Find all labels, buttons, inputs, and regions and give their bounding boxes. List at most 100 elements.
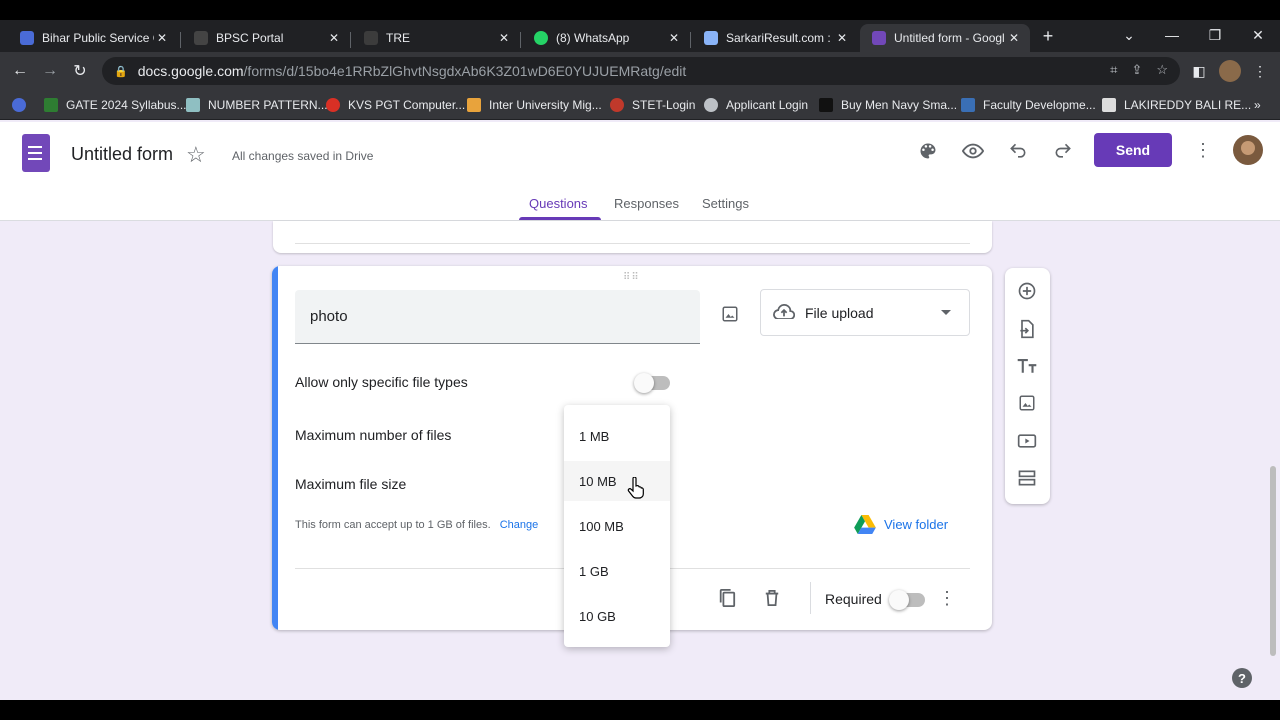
tab-separator: [180, 32, 181, 48]
bookmark-label: Applicant Login: [726, 98, 809, 112]
redo-icon[interactable]: [1050, 138, 1076, 164]
reload-icon[interactable]: ↻: [69, 60, 91, 82]
bookmark-item[interactable]: Inter University Mig...: [467, 95, 602, 115]
tab-responses[interactable]: Responses: [614, 196, 679, 211]
add-section-icon[interactable]: [1015, 466, 1039, 490]
delete-trash-icon[interactable]: [760, 586, 784, 610]
file-size-option-10gb[interactable]: 10 GB: [564, 596, 670, 636]
forward-arrow-icon[interactable]: →: [39, 60, 61, 82]
minimize-window-icon[interactable]: —: [1157, 22, 1187, 48]
tab-close-icon[interactable]: ✕: [834, 30, 850, 46]
google-forms-logo-icon[interactable]: [22, 134, 50, 172]
file-size-option-100mb[interactable]: 100 MB: [564, 506, 670, 546]
browser-tab-whatsapp[interactable]: (8) WhatsApp ✕: [522, 24, 690, 52]
help-question-icon[interactable]: ?: [1232, 668, 1252, 688]
lock-icon: 🔒: [114, 65, 128, 78]
bookmark-favicon-icon: [186, 98, 200, 112]
save-status: All changes saved in Drive: [232, 149, 374, 163]
tab-questions[interactable]: Questions: [529, 196, 588, 211]
page-scrollbar[interactable]: [1270, 466, 1276, 656]
google-drive-icon: [854, 515, 876, 534]
back-arrow-icon[interactable]: ←: [9, 60, 31, 82]
tab-search-chevron-icon[interactable]: ⌄: [1114, 22, 1144, 48]
preview-eye-icon[interactable]: [960, 138, 986, 164]
tab-close-icon[interactable]: ✕: [496, 30, 512, 46]
bookmark-item[interactable]: STET-Login: [610, 95, 695, 115]
file-size-option-10mb[interactable]: 10 MB: [564, 461, 670, 501]
letterbox-top: [0, 0, 1280, 20]
required-toggle[interactable]: [889, 590, 925, 610]
bookmark-star-icon[interactable]: ☆: [1156, 62, 1168, 78]
send-button[interactable]: Send: [1094, 133, 1172, 167]
forms-header: Untitled form ☆ All changes saved in Dri…: [0, 122, 1280, 221]
browser-tab-sarkariresult[interactable]: SarkariResult.com : Sa ✕: [692, 24, 858, 52]
browser-tab-bpsc[interactable]: Bihar Public Service Co ✕: [8, 24, 178, 52]
bookmark-label: NUMBER PATTERN...: [208, 98, 328, 112]
add-video-icon[interactable]: [1015, 429, 1039, 453]
tab-close-icon[interactable]: ✕: [326, 30, 342, 46]
tab-title: TRE: [386, 31, 410, 45]
form-title[interactable]: Untitled form: [71, 144, 173, 165]
file-size-option-1mb[interactable]: 1 MB: [564, 416, 670, 456]
file-size-option-1gb[interactable]: 1 GB: [564, 551, 670, 591]
previous-question-card[interactable]: [273, 221, 992, 253]
bookmark-apps-icon[interactable]: [12, 95, 26, 115]
undo-icon[interactable]: [1005, 138, 1031, 164]
add-title-text-icon[interactable]: [1015, 354, 1039, 378]
duplicate-icon[interactable]: [715, 586, 739, 610]
add-question-icon[interactable]: [1015, 279, 1039, 303]
view-folder-label: View folder: [884, 517, 949, 532]
drag-handle-icon[interactable]: ⠿⠿: [623, 272, 640, 283]
share-icon[interactable]: ⇪: [1131, 62, 1142, 78]
new-tab-plus-icon[interactable]: +: [1036, 25, 1060, 47]
bookmark-favicon-icon: [1102, 98, 1116, 112]
tab-close-icon[interactable]: ✕: [154, 30, 170, 46]
question-type-select[interactable]: File upload: [760, 289, 970, 336]
close-window-icon[interactable]: ✕: [1243, 22, 1273, 48]
google-forms-favicon-icon: [872, 31, 886, 45]
bookmark-favicon-icon: [610, 98, 624, 112]
import-questions-icon[interactable]: [1015, 317, 1039, 341]
tab-close-icon[interactable]: ✕: [1006, 30, 1022, 46]
question-more-options-icon[interactable]: ⋮: [938, 586, 956, 610]
translate-icon[interactable]: ⌗: [1110, 62, 1117, 78]
bookmark-item[interactable]: GATE 2024 Syllabus...: [44, 95, 187, 115]
more-options-icon[interactable]: ⋮: [1193, 138, 1213, 162]
restore-window-icon[interactable]: ❐: [1200, 22, 1230, 48]
browser-menu-icon[interactable]: ⋮: [1249, 60, 1271, 82]
view-folder-link[interactable]: View folder: [854, 515, 948, 534]
required-label: Required: [825, 591, 882, 607]
bookmark-favicon-icon: [467, 98, 481, 112]
bookmark-label: Faculty Developme...: [983, 98, 1096, 112]
bookmark-item[interactable]: Buy Men Navy Sma...: [819, 95, 957, 115]
more-bookmarks-chevron-icon[interactable]: »: [1254, 95, 1261, 115]
account-avatar[interactable]: [1233, 135, 1263, 165]
tab-title: Bihar Public Service Co: [42, 31, 154, 45]
browser-tab-bpsc-portal[interactable]: BPSC Portal ✕: [182, 24, 350, 52]
tab-separator: [690, 32, 691, 48]
change-limit-link[interactable]: Change: [500, 519, 539, 531]
cloud-upload-icon: [773, 303, 796, 322]
bookmark-item[interactable]: Faculty Developme...: [961, 95, 1096, 115]
browser-tab-untitled-form[interactable]: Untitled form - Googl ✕: [860, 24, 1030, 52]
bookmark-label: GATE 2024 Syllabus...: [66, 98, 187, 112]
add-image-icon[interactable]: [1015, 391, 1039, 415]
globe-icon: [704, 98, 718, 112]
bookmark-item[interactable]: LAKIREDDY BALI RE...: [1102, 95, 1251, 115]
side-panel-icon[interactable]: ◧: [1188, 60, 1210, 82]
bookmark-item[interactable]: NUMBER PATTERN...: [186, 95, 328, 115]
palette-icon[interactable]: [915, 138, 941, 164]
tab-title: (8) WhatsApp: [556, 31, 630, 45]
star-icon[interactable]: ☆: [186, 142, 206, 168]
question-title-input[interactable]: photo: [295, 290, 700, 344]
browser-tab-tre[interactable]: TRE ✕: [352, 24, 520, 52]
address-bar[interactable]: 🔒 docs.google.com /forms/d/15bo4e1RRbZlG…: [102, 57, 1180, 85]
bookmark-item[interactable]: KVS PGT Computer...: [326, 95, 465, 115]
add-image-icon[interactable]: [718, 302, 742, 326]
tab-settings[interactable]: Settings: [702, 196, 749, 211]
tab-favicon-icon: [194, 31, 208, 45]
bookmark-item[interactable]: Applicant Login: [704, 95, 808, 115]
browser-profile-avatar[interactable]: [1219, 60, 1241, 82]
tab-close-icon[interactable]: ✕: [666, 30, 682, 46]
allow-specific-types-toggle[interactable]: [634, 373, 670, 393]
